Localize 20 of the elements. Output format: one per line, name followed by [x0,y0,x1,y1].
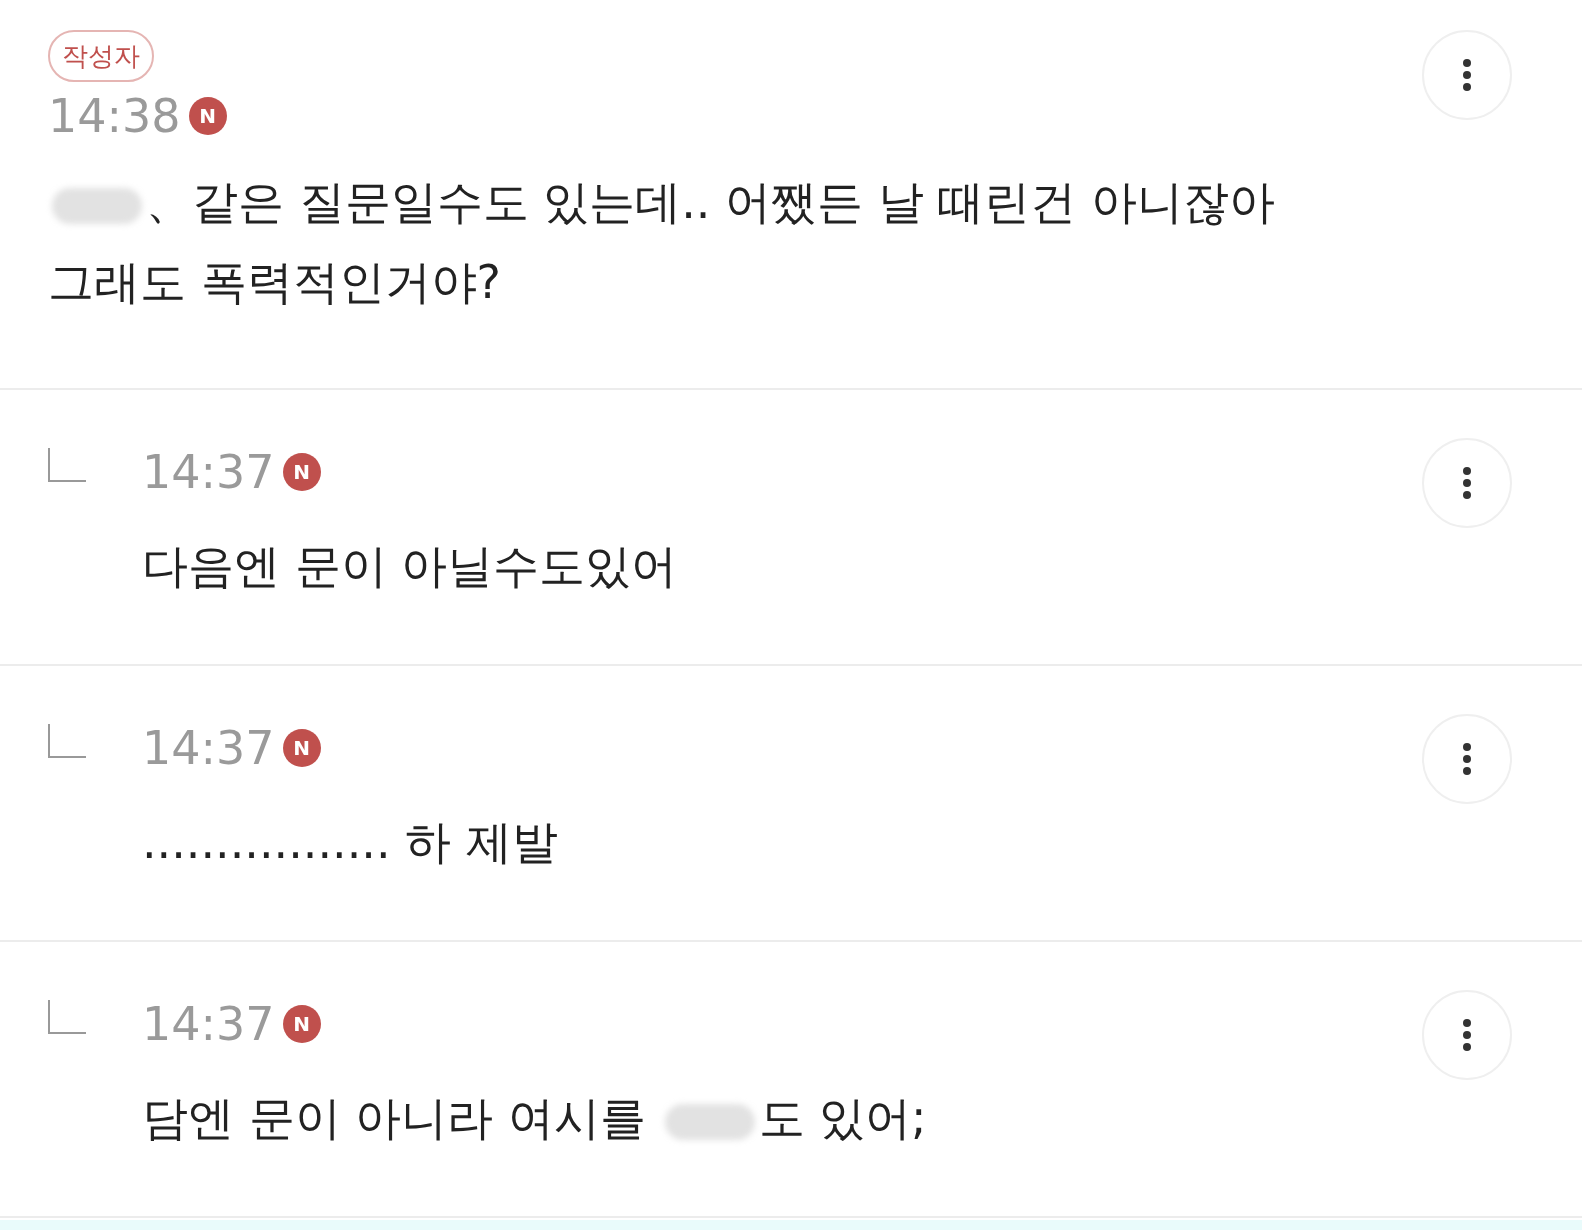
comment-text: 、같은 질문일수도 있는데.. 어쨌든 날 때린건 아니잖아 그래도 폭력적인거야? [48,174,1276,311]
new-badge: N [282,1005,321,1043]
more-icon [1463,1019,1471,1051]
reply-indent-icon [48,724,86,758]
comment-time: 14:37 [142,996,275,1053]
reply-indent-icon [48,448,86,482]
more-icon [1463,59,1471,91]
comment-text: ................. 하 제발 [142,814,559,871]
comment-time: 14:37 [142,720,275,777]
new-badge: N [282,729,321,767]
reply-indent-icon [48,1000,86,1034]
new-badge: N [282,453,321,491]
comment-text: 다음엔 문이 아닐수도있어 [142,538,679,595]
new-badge: N [188,97,227,135]
more-icon [1463,743,1471,775]
comment-time: 14:37 [142,444,275,501]
more-icon [1463,467,1471,499]
author-badge: 작성자 [48,30,154,82]
comment-text: 담엔 문이 아니라 여시를 도 있어; [142,1090,928,1147]
comment-time: 14:38 [48,88,181,145]
